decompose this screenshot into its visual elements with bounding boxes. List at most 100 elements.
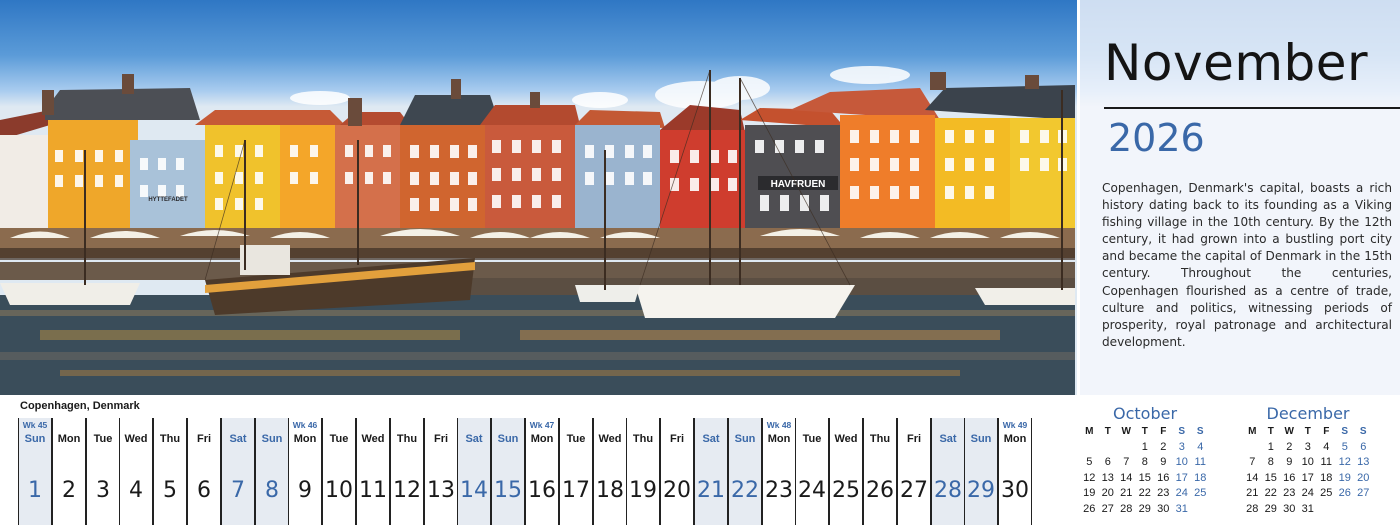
mini-date xyxy=(1243,440,1262,456)
day-number: 14 xyxy=(460,478,488,503)
day-number: 17 xyxy=(562,478,590,503)
day-of-week: Sun xyxy=(734,433,756,445)
mini-date: 17 xyxy=(1175,471,1188,484)
day-of-week: Sun xyxy=(497,433,519,445)
mini-date: 24 xyxy=(1301,487,1314,499)
day-number: 23 xyxy=(765,478,793,503)
day-cell: Sat 21 xyxy=(694,418,728,525)
day-number: 29 xyxy=(967,478,995,503)
day-of-week: Wed xyxy=(361,433,385,445)
photo-caption: Copenhagen, Denmark xyxy=(20,400,140,412)
mini-date: 8 xyxy=(1141,456,1148,468)
mini-date: 27 xyxy=(1101,502,1114,515)
day-cell: Wk 46 Mon 9 xyxy=(288,418,322,525)
mini-date: 20 xyxy=(1357,471,1370,484)
mini-date: 7 xyxy=(1249,456,1256,468)
day-of-week: Fri xyxy=(433,433,449,445)
day-number: 10 xyxy=(325,478,353,503)
mini-date: 3 xyxy=(1304,440,1311,453)
mini-date: 30 xyxy=(1283,502,1296,515)
day-of-week: Mon xyxy=(293,433,317,445)
day-cell: Wed 11 xyxy=(356,418,390,525)
day-cell: Mon 2 xyxy=(52,418,86,525)
day-cell: Wed 18 xyxy=(593,418,627,525)
mini-weekday-header: S xyxy=(1178,426,1186,437)
harbour-photo: HAVFRUEN HYTTEFADET November 2026 Copenh… xyxy=(0,0,1400,395)
mini-date: 2 xyxy=(1286,440,1293,453)
day-number: 19 xyxy=(629,478,657,503)
mini-date: 1 xyxy=(1267,440,1274,453)
day-number: 27 xyxy=(900,478,928,503)
mini-date: 11 xyxy=(1320,456,1332,468)
week-number: Wk 46 xyxy=(292,420,318,430)
day-of-week: Sun xyxy=(261,433,283,445)
day-cell: Thu 26 xyxy=(863,418,897,525)
mini-weekday-header: F xyxy=(1160,426,1167,437)
mini-date: 6 xyxy=(1104,456,1111,468)
mini-date: 11 xyxy=(1194,456,1206,468)
week-number: Wk 45 xyxy=(22,420,48,430)
mini-date: 31 xyxy=(1301,502,1314,515)
mini-date: 2 xyxy=(1160,440,1167,453)
day-of-week: Sat xyxy=(229,433,247,445)
day-number: 5 xyxy=(163,478,177,503)
mini-date: 16 xyxy=(1283,471,1296,484)
day-cell: Thu 12 xyxy=(390,418,424,525)
mini-date xyxy=(1099,440,1118,456)
day-number: 21 xyxy=(697,478,725,503)
week-number: Wk 47 xyxy=(529,420,555,430)
day-cell: Tue 3 xyxy=(86,418,120,525)
mini-date: 29 xyxy=(1138,502,1151,515)
mini-date: 18 xyxy=(1320,471,1333,484)
day-of-week: Fri xyxy=(196,433,212,445)
day-cell: Sat 7 xyxy=(221,418,255,525)
mini-date: 28 xyxy=(1246,502,1259,515)
day-cell: Sat 28 xyxy=(931,418,965,525)
mini-date xyxy=(1317,502,1336,518)
mini-date: 28 xyxy=(1120,502,1133,515)
mini-date: 15 xyxy=(1138,471,1151,484)
day-cell: Fri 13 xyxy=(424,418,458,525)
mini-date: 29 xyxy=(1264,502,1277,515)
day-number: 3 xyxy=(96,478,110,503)
mini-weekday-header: T xyxy=(1104,426,1111,437)
day-cell: Fri 27 xyxy=(897,418,931,525)
mini-date: 4 xyxy=(1323,440,1330,453)
mini-weekday-header: M xyxy=(1248,426,1257,437)
mini-date: 17 xyxy=(1301,471,1314,484)
mini-date: 23 xyxy=(1157,487,1170,499)
mini-date: 24 xyxy=(1175,487,1188,499)
day-of-week: Sat xyxy=(702,433,720,445)
mini-date: 14 xyxy=(1120,471,1133,484)
mini-date: 27 xyxy=(1357,487,1370,499)
mini-date: 9 xyxy=(1286,456,1293,468)
day-number: 26 xyxy=(866,478,894,503)
day-number: 30 xyxy=(1001,478,1029,503)
mini-date: 12 xyxy=(1338,456,1351,468)
month-description: Copenhagen, Denmark's capital, boasts a … xyxy=(1102,181,1392,349)
mini-date: 1 xyxy=(1141,440,1148,453)
mini-weekday-header: S xyxy=(1341,426,1349,437)
mini-date: 19 xyxy=(1338,471,1351,484)
mini-date: 12 xyxy=(1083,471,1096,484)
day-of-week: Thu xyxy=(159,433,181,445)
day-of-week: Tue xyxy=(802,433,822,445)
day-cell: Wk 49 Mon 30 xyxy=(998,418,1032,525)
day-number: 4 xyxy=(129,478,143,503)
day-cell: Fri 6 xyxy=(187,418,221,525)
day-of-week: Wed xyxy=(124,433,148,445)
day-cell: Tue 24 xyxy=(795,418,829,525)
day-cell: Sun 15 xyxy=(491,418,525,525)
cafe-umbrellas xyxy=(0,228,1075,260)
mini-date: 26 xyxy=(1338,487,1351,499)
mini-date: 9 xyxy=(1160,456,1167,468)
day-of-week: Wed xyxy=(598,433,622,445)
mini-weekday-header: T xyxy=(1304,426,1311,437)
day-number: 2 xyxy=(62,478,76,503)
mini-date: 30 xyxy=(1157,502,1170,515)
day-cell: Fri 20 xyxy=(660,418,694,525)
day-of-week: Sun xyxy=(970,433,992,445)
mini-date: 20 xyxy=(1101,487,1114,499)
mini-date: 22 xyxy=(1264,487,1277,499)
day-number: 22 xyxy=(731,478,759,503)
